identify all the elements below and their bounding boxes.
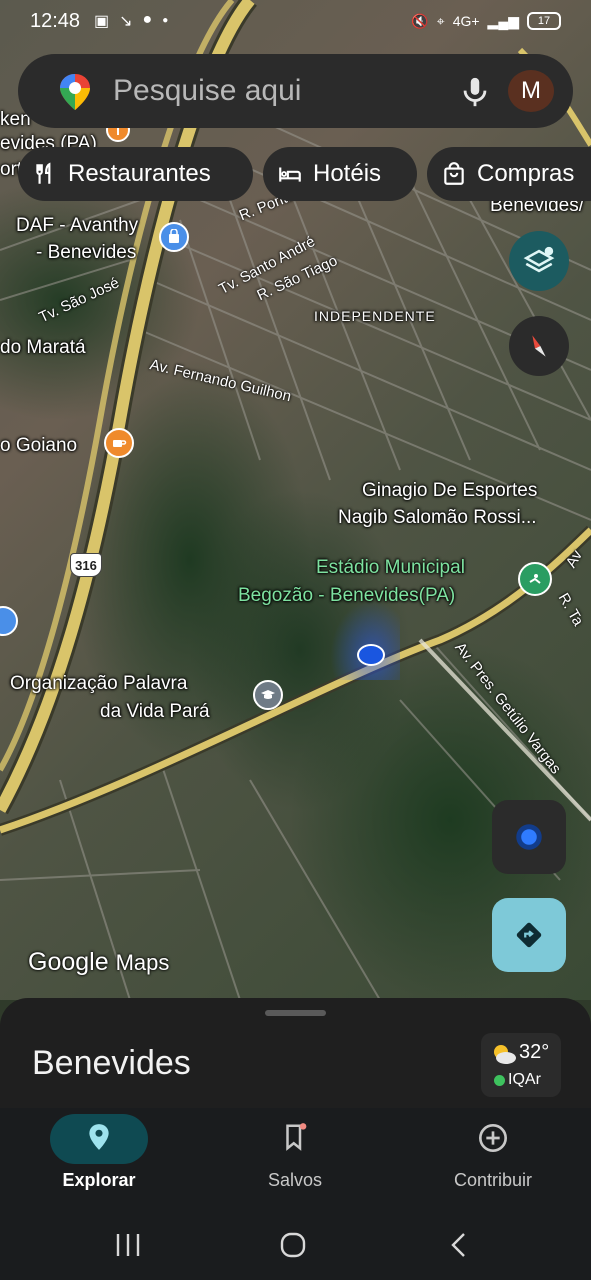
layers-button[interactable] [509, 231, 569, 291]
bed-icon [279, 167, 301, 182]
location-pin-icon [50, 1122, 148, 1152]
status-bar: 12:48 ▣ ↘ ● ● 🔇 ⌖ 4G+ ▂▄▆ 17 [0, 0, 591, 44]
pin-shopping[interactable] [159, 222, 189, 252]
compass-button[interactable] [509, 316, 569, 376]
compass-icon [532, 335, 546, 357]
directions-icon [516, 922, 542, 948]
status-icons-left: ▣ ↘ ● ● [94, 11, 168, 31]
layers-icon [523, 246, 555, 273]
location-status-icon: ⌖ [436, 12, 445, 29]
map-label-ginagio-2[interactable]: Nagib Salomão Rossi... [338, 506, 537, 530]
status-time: 12:48 [30, 10, 81, 32]
search-input[interactable]: Pesquise aqui [113, 74, 301, 108]
weather-widget[interactable]: 32° IQAr [481, 1033, 561, 1097]
sports-icon [529, 574, 541, 584]
nav-label-contribuir: Contribuir [453, 1170, 533, 1190]
map-label-organizacao-2[interactable]: da Vida Pará [100, 700, 210, 724]
my-location-icon [516, 824, 542, 850]
status-icons-right: 🔇 ⌖ 4G+ ▂▄▆ 17 [411, 12, 561, 30]
add-circle-icon [413, 1122, 573, 1154]
map-label-daf-2[interactable]: - Benevides [36, 241, 136, 265]
recent-apps-icon[interactable] [114, 1232, 142, 1258]
temperature: 32° [519, 1041, 550, 1063]
my-location-button[interactable] [492, 800, 566, 874]
air-quality-dot-icon [494, 1074, 505, 1086]
place-title: Benevides [32, 1044, 191, 1082]
map-label-do-marata: do Maratá [0, 337, 86, 358]
home-icon[interactable] [279, 1231, 307, 1259]
map-label-independente: INDEPENDENTE [314, 308, 436, 324]
nav-contribuir[interactable]: Contribuir [413, 1108, 573, 1208]
coffee-icon [113, 440, 127, 447]
search-bar[interactable]: Pesquise aqui M [18, 54, 573, 128]
nav-salvos[interactable]: Salvos [215, 1108, 375, 1208]
location-beam [330, 600, 400, 680]
mute-icon: 🔇 [411, 12, 429, 29]
chip-label-restaurantes: Restaurantes [68, 160, 211, 187]
missed-call-icon: ↘ [119, 13, 133, 30]
air-quality-label: IQAr [508, 1071, 541, 1088]
nav-explorar[interactable]: Explorar [50, 1108, 148, 1208]
back-icon[interactable] [448, 1231, 470, 1259]
watermark-google: Google [28, 948, 109, 976]
avatar[interactable]: M [508, 70, 554, 112]
map-label-daf-1[interactable]: DAF - Avanthy [16, 214, 138, 238]
dot-icon: ● [162, 15, 169, 26]
bottom-navigation: Explorar Salvos Contribuir [0, 1108, 591, 1208]
shopping-bag-icon [169, 229, 179, 243]
network-label: 4G+ [452, 13, 480, 29]
map-label-organizacao-1[interactable]: Organização Palavra [10, 672, 187, 696]
pin-cafe[interactable] [104, 428, 134, 458]
fork-knife-icon [36, 162, 51, 184]
chip-label-compras: Compras [477, 160, 575, 187]
chip-hoteis[interactable]: Hotéis [263, 147, 417, 201]
map-label-estadio-1[interactable]: Estádio Municipal [316, 556, 465, 580]
air-quality: IQAr [494, 1071, 541, 1089]
nav-label-explorar: Explorar [62, 1170, 136, 1190]
drag-handle[interactable] [265, 1010, 326, 1016]
nav-label-salvos: Salvos [267, 1170, 323, 1190]
google-maps-logo-icon [60, 74, 90, 110]
partly-cloudy-icon [494, 1045, 516, 1064]
bookmark-icon [215, 1122, 375, 1152]
google-maps-watermark: Google Maps [28, 948, 169, 977]
directions-button[interactable] [492, 898, 566, 972]
chip-restaurantes[interactable]: Restaurantes [18, 147, 253, 201]
map-label-goiano[interactable]: o Goiano [0, 434, 77, 458]
chat-icon: ● [142, 11, 153, 28]
shopping-bag-icon [444, 162, 464, 185]
highway-shield: 316 [70, 553, 102, 577]
watermark-maps: Maps [115, 950, 170, 975]
signal-icon: ▂▄▆ [487, 12, 519, 29]
microphone-icon[interactable] [458, 74, 492, 110]
chip-label-hoteis: Hotéis [313, 160, 382, 187]
chip-compras[interactable]: Compras [427, 147, 591, 201]
map-label-ginagio-1[interactable]: Ginagio De Esportes [362, 479, 537, 503]
battery-icon: 17 [527, 12, 561, 30]
system-navigation-bar [0, 1208, 591, 1280]
pin-stadium[interactable] [518, 562, 552, 596]
screenshot-icon: ▣ [94, 13, 110, 30]
graduation-cap-icon [261, 690, 275, 699]
my-location-dot [357, 644, 385, 666]
pin-school[interactable] [253, 680, 283, 710]
